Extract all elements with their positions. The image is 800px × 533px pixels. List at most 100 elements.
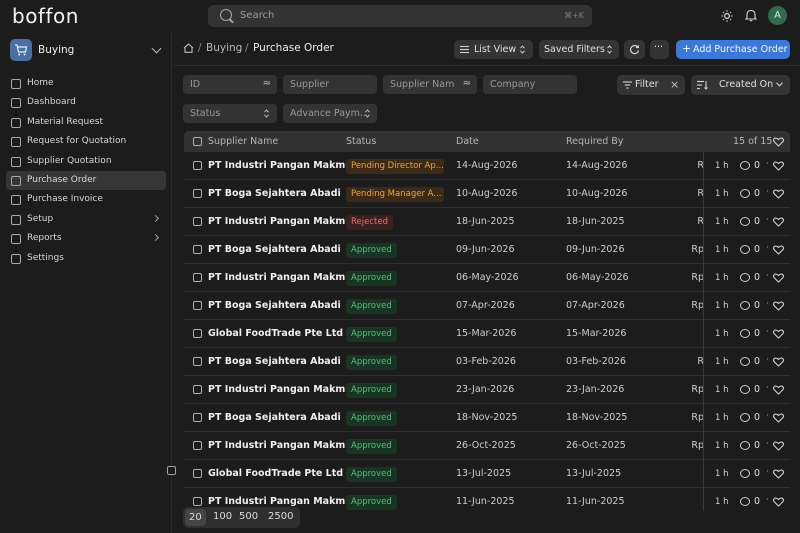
heart-icon[interactable]	[773, 497, 784, 507]
comment-icon[interactable]	[740, 357, 750, 366]
sidebar-item-setup[interactable]: Setup	[6, 210, 166, 229]
supplier-name-filter-input[interactable]: Supplier Nam ≈	[383, 75, 477, 94]
column-header-date[interactable]: Date	[456, 136, 479, 147]
table-row[interactable]: PT Industri Pangan Makmur Approved 26-Oct-…	[184, 432, 790, 460]
supplier-name-cell[interactable]: PT Industri Pangan Makmur	[208, 384, 357, 395]
column-header-status[interactable]: Status	[346, 136, 376, 147]
supplier-name-cell[interactable]: PT Industri Pangan Makmur	[208, 272, 357, 283]
supplier-name-cell[interactable]: Global FoodTrade Pte Ltd	[208, 328, 343, 339]
notification-bell-icon[interactable]	[745, 9, 757, 22]
comment-icon[interactable]	[740, 441, 750, 450]
row-checkbox[interactable]	[193, 245, 202, 254]
sidebar-item-purchase-invoice[interactable]: Purchase Invoice	[6, 190, 166, 209]
supplier-name-cell[interactable]: PT Boga Sejahtera Abadi	[208, 412, 341, 423]
app-logo[interactable]: boffon	[12, 4, 79, 28]
heart-icon[interactable]	[773, 441, 784, 451]
supplier-name-cell[interactable]: PT Industri Pangan Makmur	[208, 440, 357, 451]
clear-filter-icon[interactable]: ×	[670, 78, 679, 91]
comment-icon[interactable]	[740, 245, 750, 254]
comment-icon[interactable]	[740, 217, 750, 226]
row-checkbox[interactable]	[193, 497, 202, 506]
page-size-100[interactable]: 100	[213, 511, 232, 522]
sort-button[interactable]: Created On	[691, 75, 790, 95]
comment-icon[interactable]	[740, 301, 750, 310]
module-switcher[interactable]: Buying	[8, 38, 166, 62]
sidebar-item-supplier-quotation[interactable]: Supplier Quotation	[6, 152, 166, 171]
heart-icon[interactable]	[773, 301, 784, 311]
comment-icon[interactable]	[740, 385, 750, 394]
supplier-name-cell[interactable]: Global FoodTrade Pte Ltd	[208, 468, 343, 479]
heart-icon[interactable]	[773, 217, 784, 227]
filter-button[interactable]: Filter ×	[617, 75, 685, 95]
row-checkbox[interactable]	[193, 329, 202, 338]
row-checkbox[interactable]	[193, 189, 202, 198]
heart-icon[interactable]	[773, 413, 784, 423]
company-filter-input[interactable]: Company	[483, 75, 577, 94]
table-row[interactable]: PT Boga Sejahtera Abadi Approved 09-Jun-20…	[184, 236, 790, 264]
table-row[interactable]: PT Boga Sejahtera Abadi Pending Manager A…	[184, 180, 790, 208]
table-row[interactable]: PT Industri Pangan Makmur Approved 06-May-…	[184, 264, 790, 292]
row-checkbox[interactable]	[193, 441, 202, 450]
table-row[interactable]: PT Boga Sejahtera Abadi Approved 03-Feb-20…	[184, 348, 790, 376]
search-bar[interactable]: Search ⌘+K	[208, 5, 592, 27]
comment-icon[interactable]	[740, 413, 750, 422]
table-row[interactable]: PT Industri Pangan Makmur Rejected 18-Jun-…	[184, 208, 790, 236]
status-filter-select[interactable]: Status	[183, 104, 277, 123]
table-row[interactable]: PT Industri Pangan Makmur Approved 23-Jan-…	[184, 376, 790, 404]
list-view-button[interactable]: List View	[454, 40, 533, 59]
comment-icon[interactable]	[740, 497, 750, 506]
sidebar-item-purchase-order[interactable]: Purchase Order	[6, 170, 166, 191]
heart-icon[interactable]	[773, 357, 784, 367]
sidebar-item-material-request[interactable]: Material Request	[6, 113, 166, 132]
table-row[interactable]: Global FoodTrade Pte Ltd Approved 13-Jul-2…	[184, 460, 790, 488]
sidebar-item-dashboard[interactable]: Dashboard	[6, 93, 166, 112]
page-size-2500[interactable]: 2500	[268, 511, 293, 522]
table-row[interactable]: Global FoodTrade Pte Ltd Approved 15-Mar-2…	[184, 320, 790, 348]
more-button[interactable]: ···	[650, 40, 669, 59]
refresh-button[interactable]	[624, 40, 645, 59]
sidebar-item-settings[interactable]: Settings	[6, 249, 166, 268]
page-size-500[interactable]: 500	[239, 511, 258, 522]
heart-icon[interactable]	[773, 469, 784, 479]
column-header-required-by[interactable]: Required By	[566, 136, 623, 147]
table-row[interactable]: PT Boga Sejahtera Abadi Approved 18-Nov-20…	[184, 404, 790, 432]
page-size-20[interactable]: 20	[185, 509, 206, 526]
sidebar-item-reports[interactable]: Reports	[6, 229, 166, 248]
saved-filters-button[interactable]: Saved Filters	[539, 40, 619, 59]
heart-icon[interactable]	[773, 161, 784, 171]
supplier-name-cell[interactable]: PT Industri Pangan Makmur	[208, 160, 357, 171]
heart-icon[interactable]	[773, 245, 784, 255]
row-checkbox[interactable]	[193, 385, 202, 394]
table-row[interactable]: PT Boga Sejahtera Abadi Approved 07-Apr-20…	[184, 292, 790, 320]
row-checkbox[interactable]	[193, 301, 202, 310]
theme-toggle-icon[interactable]	[721, 10, 733, 22]
home-icon[interactable]	[183, 43, 194, 53]
supplier-name-cell[interactable]: PT Boga Sejahtera Abadi	[208, 356, 341, 367]
add-purchase-order-button[interactable]: + Add Purchase Order	[676, 40, 790, 59]
heart-icon[interactable]	[773, 137, 784, 147]
supplier-filter-input[interactable]: Supplier	[283, 75, 377, 94]
comment-icon[interactable]	[740, 469, 750, 478]
advance-payment-filter-select[interactable]: Advance Paym...	[283, 104, 377, 123]
id-filter-input[interactable]: ID ≈	[183, 75, 277, 94]
supplier-name-cell[interactable]: PT Boga Sejahtera Abadi	[208, 188, 341, 199]
row-checkbox[interactable]	[193, 413, 202, 422]
comment-icon[interactable]	[740, 161, 750, 170]
select-all-checkbox[interactable]	[193, 137, 202, 146]
sidebar-item-request-for-quotation[interactable]: Request for Quotation	[6, 132, 166, 151]
heart-icon[interactable]	[773, 329, 784, 339]
supplier-name-cell[interactable]: PT Industri Pangan Makmur	[208, 216, 357, 227]
row-checkbox[interactable]	[193, 357, 202, 366]
supplier-name-cell[interactable]: PT Boga Sejahtera Abadi	[208, 300, 341, 311]
comment-icon[interactable]	[740, 189, 750, 198]
row-checkbox[interactable]	[193, 217, 202, 226]
sidebar-item-home[interactable]: Home	[6, 74, 166, 93]
comment-icon[interactable]	[740, 329, 750, 338]
heart-icon[interactable]	[773, 189, 784, 199]
breadcrumb-buying[interactable]: Buying	[206, 42, 242, 54]
table-row[interactable]: PT Industri Pangan Makmur Pending Directo…	[184, 152, 790, 180]
row-checkbox[interactable]	[193, 161, 202, 170]
column-header-supplier-name[interactable]: Supplier Name	[208, 136, 278, 147]
row-checkbox[interactable]	[193, 469, 202, 478]
heart-icon[interactable]	[773, 385, 784, 395]
